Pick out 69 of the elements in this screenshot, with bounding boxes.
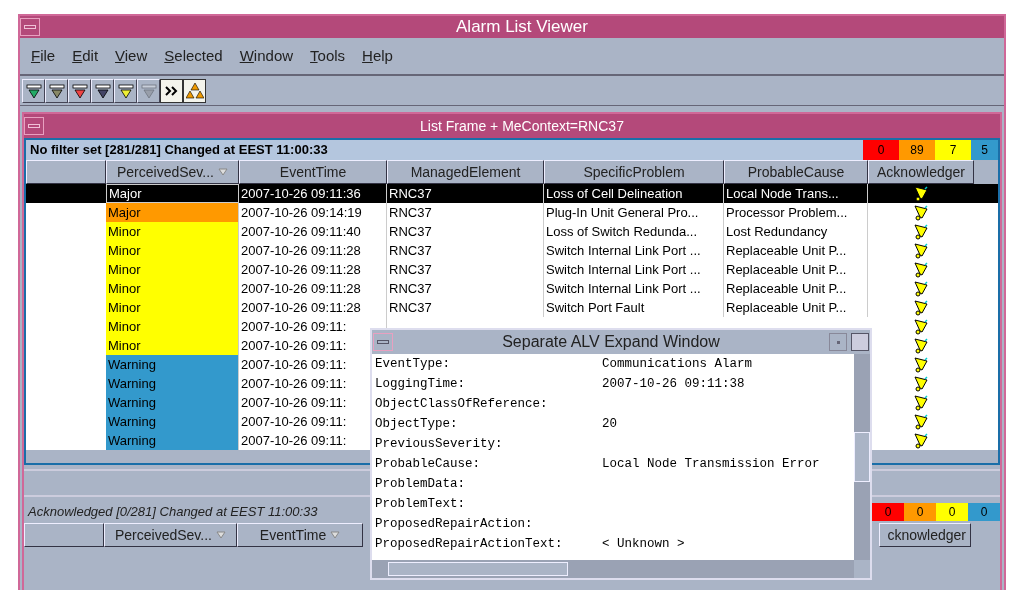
severity-cell: Minor [106,336,239,355]
table-cell: 2007-10-26 09:11:28 [239,279,387,298]
severity-count: 7 [935,140,971,160]
table-cell: Switch Internal Link Port ... [544,279,724,298]
table-cell: Switch Internal Link Port ... [544,260,724,279]
table-cell: Replaceable Unit P... [724,279,868,298]
severity-cell: Warning [106,355,239,374]
table-cell: RNC37 [387,260,544,279]
table-cell: RNC37 [387,222,544,241]
window-title: Alarm List Viewer [455,16,589,39]
severity-count: 89 [899,140,935,160]
table-cell: Replaceable Unit P... [724,241,868,260]
field-label: ProbableCause: [375,455,482,473]
table-cell: Plug-In Unit General Pro... [544,203,724,222]
table-cell: 2007-10-26 09:14:19 [239,203,387,222]
table-cell: Switch Internal Link Port ... [544,241,724,260]
frame-title: List Frame + MeContext=RNC37 [419,116,625,136]
severity-cell: Warning [106,431,239,450]
table-cell: Processor Problem... [724,203,868,222]
field-label: LoggingTime: [375,375,466,393]
field-label: ObjectType: [375,415,459,433]
severity-count: 0 [863,140,899,160]
severity-count: 0 [936,503,968,521]
severity-cell: Minor [106,260,239,279]
table-cell: 2007-10-26 09:11:28 [239,241,387,260]
severity-cell: Warning [106,412,239,431]
severity-cell: Warning [106,393,239,412]
severity-cell: Minor [106,241,239,260]
table-cell: RNC37 [387,298,544,317]
table-cell: RNC37 [387,203,544,222]
field-value: Communications Alarm [602,355,753,373]
severity-cell: Minor [106,317,239,336]
severity-count: 0 [872,503,904,521]
table-cell: 2007-10-26 09:11:28 [239,298,387,317]
table-cell: Loss of Cell Delineation [544,184,724,203]
table-cell: 2007-10-26 09:11:40 [239,222,387,241]
severity-cell: Major [106,184,239,203]
field-label: ProblemData: [375,475,466,493]
field-value: 2007-10-26 09:11:38 [602,375,745,393]
field-value: < Unknown > [602,535,685,553]
severity-cell: Minor [106,222,239,241]
table-cell: Local Node Trans... [724,184,868,203]
table-cell: Lost Redundancy [724,222,868,241]
table-cell: 2007-10-26 09:11:28 [239,260,387,279]
field-label: ObjectClassOfReference: [375,395,549,413]
table-cell: Replaceable Unit P... [724,260,868,279]
field-value: Local Node Transmission Error [602,455,820,473]
severity-cell: Major [106,203,239,222]
severity-count: 0 [904,503,936,521]
table-cell: RNC37 [387,241,544,260]
status-text: Acknowledged [0/281] Changed at EEST 11:00:33 [28,503,318,522]
table-cell: 2007-10-26 09:11:36 [239,184,387,203]
table-cell: Switch Port Fault [544,298,724,317]
field-label: ProposedRepairAction: [375,515,534,533]
severity-cell: Minor [106,279,239,298]
status-text: No filter set [281/281] Changed at EEST 11:00:33 [30,141,328,160]
severity-count: 5 [971,140,998,160]
field-label: PreviousSeverity: [375,435,504,453]
severity-count: 0 [968,503,1000,521]
table-cell: RNC37 [387,184,544,203]
field-label: ProblemText: [375,495,466,513]
table-cell: RNC37 [387,279,544,298]
severity-cell: Warning [106,374,239,393]
field-label: EventType: [375,355,451,373]
field-value: 20 [602,415,617,433]
severity-cell: Minor [106,298,239,317]
table-cell: Replaceable Unit P... [724,298,868,317]
table-cell: Loss of Switch Redunda... [544,222,724,241]
field-label: ProposedRepairActionText: [375,535,564,553]
